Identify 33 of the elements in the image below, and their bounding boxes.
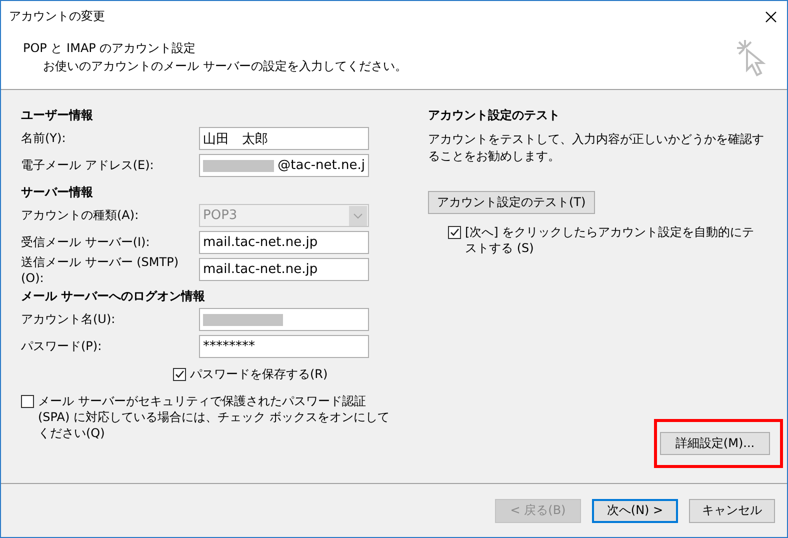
section-heading: ユーザー情報 — [21, 107, 94, 124]
close-icon[interactable] — [765, 10, 777, 22]
field-label: パスワード(P): — [21, 338, 103, 355]
window-title: アカウントの変更 — [9, 8, 105, 25]
field-label: アカウント名(U): — [21, 311, 116, 328]
test-account-button[interactable]: アカウント設定のテスト(T) — [428, 191, 595, 214]
more-settings-button[interactable]: 詳細設定(M)... — [660, 432, 770, 455]
description-text: アカウントをテストして、入力内容が正しいかどうかを確認することをお勧めします。 — [428, 131, 765, 165]
dialog-button[interactable]: 次へ(N) > — [592, 498, 678, 522]
checkbox[interactable] — [173, 368, 186, 381]
dialog-button[interactable]: キャンセル — [689, 498, 775, 522]
password-field[interactable]: ******** — [199, 335, 369, 358]
field-label: 名前(Y): — [21, 130, 67, 147]
checkbox-label: [次へ] をクリックしたらアカウント設定を自動的にテストする (S) — [465, 224, 756, 256]
section-heading: サーバー情報 — [21, 184, 94, 201]
header-subtitle: お使いのアカウントのメール サーバーの設定を入力してください。 — [42, 58, 407, 75]
field-label: 送信メール サーバー (SMTP)(O): — [21, 254, 180, 285]
field-label: アカウントの種類(A): — [21, 207, 140, 224]
section-heading: アカウント設定のテスト — [428, 107, 561, 124]
field-label: 電子メール アドレス(E): — [21, 157, 155, 174]
checkbox[interactable] — [21, 395, 34, 408]
input-field[interactable]: mail.tac-net.ne.jp — [199, 231, 369, 254]
field-label: 受信メール サーバー(I): — [21, 234, 151, 251]
checkbox-label: パスワードを保存する(R) — [190, 366, 328, 383]
input-field[interactable] — [199, 308, 369, 331]
input-field[interactable]: mail.tac-net.ne.jp — [199, 258, 369, 281]
redacted-block — [203, 160, 274, 172]
section-heading: メール サーバーへのログオン情報 — [21, 288, 206, 305]
header-title: POP と IMAP のアカウント設定 — [23, 40, 197, 57]
checkbox-label: メール サーバーがセキュリティで保護されたパスワード認証 (SPA) に対応している場合には、チェック ボックスをオンにしてください(Q) — [38, 393, 390, 441]
checkbox[interactable] — [448, 226, 461, 239]
input-field[interactable]: 山田 太郎 — [199, 127, 369, 150]
input-field[interactable]: @tac-net.ne.j — [199, 154, 369, 177]
